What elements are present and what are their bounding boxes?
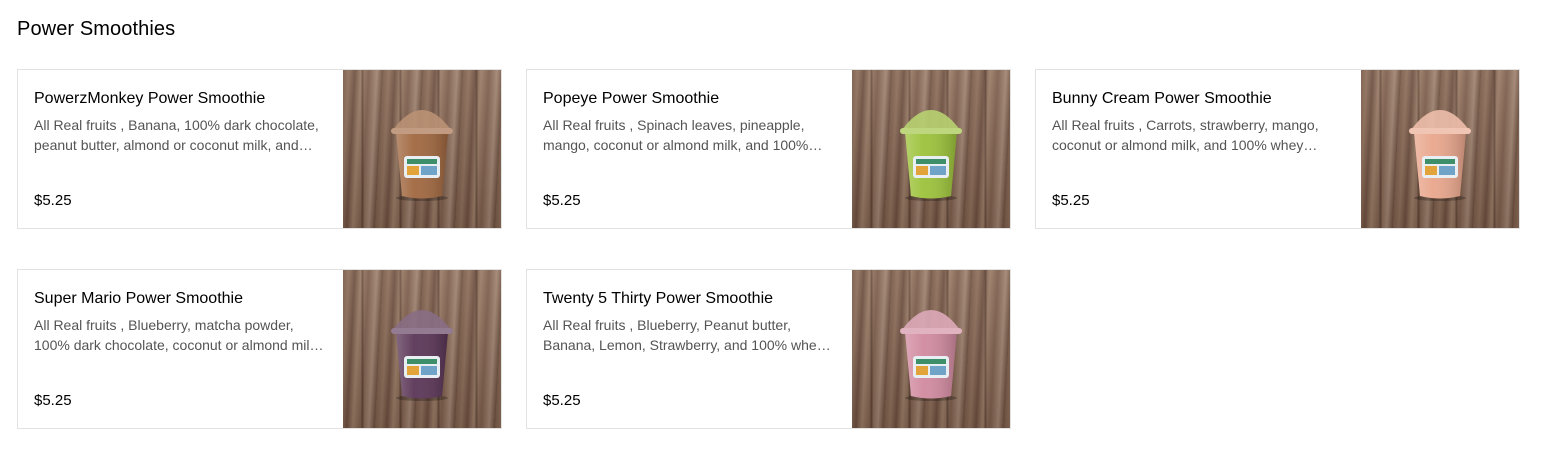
item-photo [1361, 70, 1519, 228]
smoothie-cup-image [900, 310, 962, 401]
smoothie-cup-image [391, 310, 453, 401]
item-price: $5.25 [1052, 192, 1090, 209]
card-body: Super Mario Power Smoothie All Real frui… [18, 270, 343, 428]
item-name: Bunny Cream Power Smoothie [1052, 90, 1272, 107]
menu-items-grid: PowerzMonkey Power Smoothie All Real fru… [17, 69, 1520, 429]
item-name: Super Mario Power Smoothie [34, 290, 243, 307]
menu-item-card[interactable]: Twenty 5 Thirty Power Smoothie All Real … [526, 269, 1011, 429]
card-body: Twenty 5 Thirty Power Smoothie All Real … [527, 270, 852, 428]
item-price: $5.25 [543, 392, 581, 409]
item-description: All Real fruits , Blueberry, matcha powd… [34, 317, 321, 353]
item-price: $5.25 [34, 192, 72, 209]
card-body: Popeye Power Smoothie All Real fruits , … [527, 70, 852, 228]
section-title: Power Smoothies [17, 18, 176, 40]
menu-item-card[interactable]: PowerzMonkey Power Smoothie All Real fru… [17, 69, 502, 229]
item-price: $5.25 [34, 392, 72, 409]
item-description: All Real fruits , Blueberry, Peanut butt… [543, 317, 824, 353]
card-body: Bunny Cream Power Smoothie All Real frui… [1036, 70, 1361, 228]
item-price: $5.25 [543, 192, 581, 209]
item-name: Popeye Power Smoothie [543, 90, 720, 107]
smoothie-cup-image [391, 110, 453, 201]
item-description: All Real fruits , Spinach leaves, pineap… [543, 117, 809, 153]
item-name: PowerzMonkey Power Smoothie [34, 90, 266, 107]
menu-item-card[interactable]: Popeye Power Smoothie All Real fruits , … [526, 69, 1011, 229]
item-name: Twenty 5 Thirty Power Smoothie [543, 290, 774, 307]
item-description: All Real fruits , Banana, 100% dark choc… [34, 117, 319, 153]
item-photo [343, 270, 501, 428]
item-photo [852, 70, 1010, 228]
item-photo [852, 270, 1010, 428]
smoothie-cup-image [1409, 110, 1471, 201]
card-body: PowerzMonkey Power Smoothie All Real fru… [18, 70, 343, 228]
menu-item-card[interactable]: Super Mario Power Smoothie All Real frui… [17, 269, 502, 429]
smoothie-cup-image [900, 110, 962, 201]
item-description: All Real fruits , Carrots, strawberry, m… [1052, 117, 1319, 153]
item-photo [343, 70, 501, 228]
menu-item-card[interactable]: Bunny Cream Power Smoothie All Real frui… [1035, 69, 1520, 229]
